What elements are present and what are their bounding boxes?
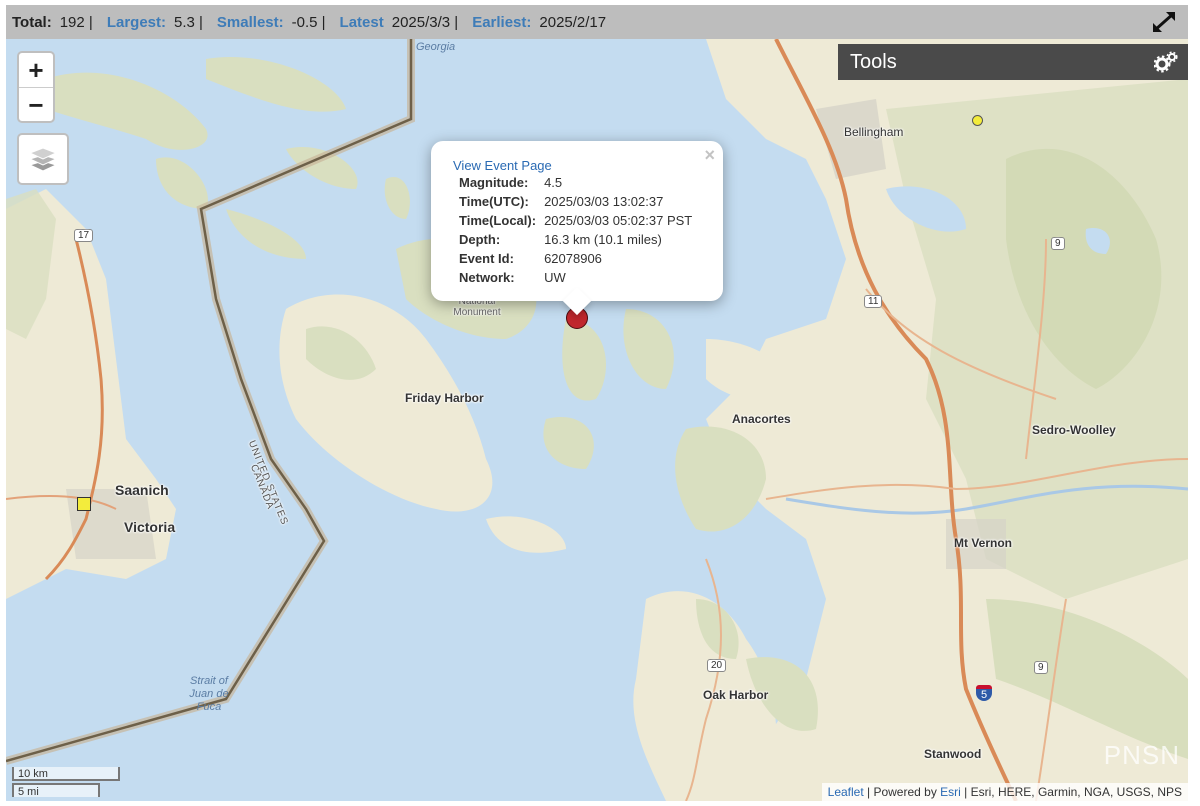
place-oak-harbor: Oak Harbor bbox=[703, 688, 769, 702]
place-anacortes: Anacortes bbox=[732, 412, 791, 426]
event-popup: × View Event Page Magnitude: 4.5 Time(UTC… bbox=[431, 141, 723, 316]
place-saanich: Saanich bbox=[115, 482, 169, 498]
place-friday-harbor: Friday Harbor bbox=[405, 391, 484, 405]
event-row-magnitude: Magnitude: 4.5 bbox=[459, 175, 563, 190]
event-row-event-id: Event Id: 62078906 bbox=[459, 251, 602, 266]
event-row-time-local: Time(Local): 2025/03/03 05:02:37 PST bbox=[459, 213, 693, 228]
place-mt-vernon: Mt Vernon bbox=[954, 536, 1013, 550]
earliest-label: Earliest: bbox=[472, 13, 532, 31]
total-label: Total: bbox=[12, 13, 52, 31]
latest-value: 2025/3/3 | bbox=[391, 13, 459, 31]
view-event-page-link[interactable]: View Event Page bbox=[453, 158, 552, 173]
tools-title: Tools bbox=[850, 50, 897, 73]
gears-icon[interactable] bbox=[1154, 51, 1178, 73]
smallest-label: Smallest: bbox=[216, 13, 284, 31]
place-bellingham: Bellingham bbox=[844, 125, 904, 139]
attribution-sources: | Esri, HERE, Garmin, NGA, USGS, NPS bbox=[960, 785, 1182, 799]
interstate-5-icon: 5 bbox=[976, 685, 993, 701]
water-strait: Strait of Juan de Fuca bbox=[189, 675, 229, 713]
largest-value: 5.3 | bbox=[174, 13, 203, 31]
highway-20-icon: 20 bbox=[707, 659, 727, 672]
total-value: 192 | bbox=[59, 13, 93, 31]
smallest-value: -0.5 | bbox=[291, 13, 326, 31]
latest-label: Latest bbox=[339, 13, 384, 31]
event-row-depth: Depth: 16.3 km (10.1 miles) bbox=[459, 232, 662, 247]
place-stanwood: Stanwood bbox=[924, 747, 982, 761]
event-row-time-utc: Time(UTC): 2025/03/03 13:02:37 bbox=[459, 194, 664, 209]
earliest-value: 2025/2/17 bbox=[539, 13, 607, 31]
highway-9-south-icon: 9 bbox=[1034, 661, 1048, 674]
zoom-out-button[interactable]: − bbox=[19, 88, 53, 122]
highway-11-icon: 11 bbox=[864, 295, 883, 308]
water-georgia: Georgia bbox=[416, 41, 456, 53]
quake-marker-small[interactable] bbox=[972, 115, 983, 126]
map-canvas[interactable]: + − Tools Bellingham Saanich Victoria Fr… bbox=[6, 39, 1188, 801]
highway-9-north-icon: 9 bbox=[1051, 237, 1065, 250]
scale-km: 10 km bbox=[12, 767, 120, 781]
zoom-control: + − bbox=[17, 51, 55, 123]
layers-button[interactable] bbox=[17, 133, 69, 185]
esri-link[interactable]: Esri bbox=[940, 785, 961, 799]
popup-close-button[interactable]: × bbox=[704, 145, 715, 166]
scale-bar: 10 km 5 mi bbox=[12, 767, 120, 798]
attribution-powered: | Powered by bbox=[863, 785, 941, 799]
layers-icon bbox=[28, 147, 58, 172]
stats-bar: Total: 192 | Largest: 5.3 | Smallest: -0… bbox=[6, 5, 1188, 39]
place-victoria: Victoria bbox=[124, 519, 176, 535]
map-attribution: Leaflet | Powered by Esri | Esri, HERE, … bbox=[821, 783, 1188, 801]
pnsn-watermark: PNSN bbox=[1103, 740, 1180, 770]
event-row-network: Network: UW bbox=[459, 270, 566, 285]
leaflet-link[interactable]: Leaflet bbox=[828, 785, 864, 799]
largest-label: Largest: bbox=[106, 13, 166, 31]
tools-panel[interactable]: Tools bbox=[838, 44, 1188, 80]
highway-17-icon: 17 bbox=[74, 229, 94, 242]
place-sedro-woolley: Sedro-Woolley bbox=[1032, 423, 1116, 437]
fullscreen-icon[interactable] bbox=[1150, 9, 1178, 35]
event-details-table: Magnitude: 4.5 Time(UTC): 2025/03/03 13:02… bbox=[459, 174, 700, 288]
station-marker-square[interactable] bbox=[77, 497, 91, 511]
zoom-in-button[interactable]: + bbox=[19, 53, 53, 88]
scale-mi: 5 mi bbox=[12, 783, 100, 798]
